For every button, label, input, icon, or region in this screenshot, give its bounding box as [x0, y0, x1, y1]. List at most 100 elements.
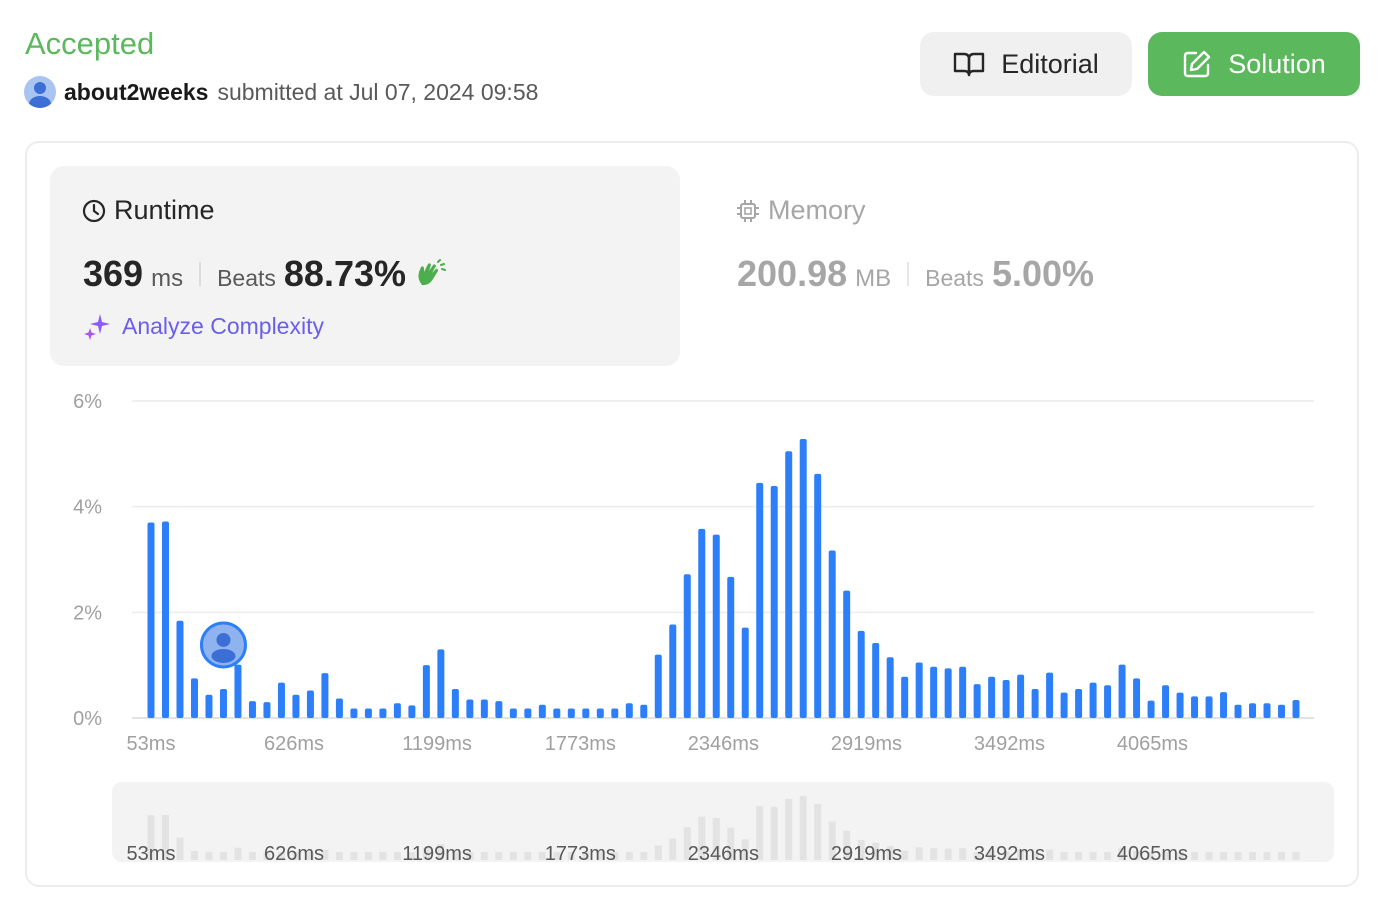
runtime-bar[interactable] [161, 521, 169, 718]
x-tick-label: 2919ms [831, 733, 902, 755]
runtime-bar[interactable] [1060, 692, 1068, 718]
runtime-bar[interactable] [770, 486, 778, 718]
runtime-bar[interactable] [234, 664, 242, 718]
runtime-bar[interactable] [611, 708, 619, 718]
memory-stats[interactable]: 200.98 MB Beats 5.00% [737, 253, 1094, 295]
runtime-bar[interactable] [306, 690, 314, 718]
username-link[interactable]: about2weeks [64, 79, 208, 106]
runtime-bar[interactable] [292, 694, 300, 718]
runtime-bar[interactable] [814, 473, 822, 718]
runtime-bar[interactable] [451, 688, 459, 718]
runtime-bar[interactable] [480, 699, 488, 718]
runtime-bar[interactable] [1133, 678, 1141, 718]
runtime-bar[interactable] [1031, 688, 1039, 718]
chip-icon [737, 199, 759, 222]
runtime-bar[interactable] [1234, 704, 1242, 718]
mini-bar [1046, 849, 1054, 860]
runtime-bar[interactable] [350, 708, 358, 718]
runtime-bar[interactable] [408, 705, 416, 718]
mini-bar [654, 845, 662, 860]
runtime-bar[interactable] [1263, 703, 1271, 718]
runtime-bar[interactable] [1046, 672, 1054, 718]
runtime-bar[interactable] [930, 666, 938, 718]
runtime-bar[interactable] [712, 534, 720, 718]
runtime-bar[interactable] [509, 708, 517, 718]
runtime-bar[interactable] [654, 654, 662, 718]
runtime-bar[interactable] [988, 676, 996, 718]
runtime-bar[interactable] [872, 642, 880, 718]
runtime-bar[interactable] [524, 708, 532, 718]
runtime-bar[interactable] [886, 657, 894, 718]
runtime-bar[interactable] [915, 662, 923, 718]
runtime-bar[interactable] [785, 451, 793, 718]
runtime-bar[interactable] [495, 701, 503, 718]
runtime-bar[interactable] [843, 590, 851, 718]
runtime-bar[interactable] [248, 701, 256, 718]
mini-x-tick-label: 626ms [264, 843, 324, 865]
runtime-bar[interactable] [901, 676, 909, 718]
runtime-bar[interactable] [190, 678, 198, 718]
runtime-bar[interactable] [582, 708, 590, 718]
runtime-bar[interactable] [1162, 685, 1170, 718]
runtime-bar[interactable] [669, 624, 677, 718]
runtime-bar[interactable] [727, 576, 735, 718]
your-submission-marker[interactable] [199, 621, 247, 669]
runtime-bar[interactable] [1249, 703, 1257, 718]
user-avatar[interactable] [24, 76, 56, 108]
runtime-bar[interactable] [379, 708, 387, 718]
runtime-bar[interactable] [1220, 692, 1228, 718]
runtime-bar[interactable] [698, 528, 706, 718]
runtime-bar[interactable] [1075, 688, 1083, 718]
runtime-bar[interactable] [567, 708, 575, 718]
runtime-bar[interactable] [640, 704, 648, 718]
runtime-bar[interactable] [1017, 674, 1025, 718]
runtime-bar[interactable] [828, 550, 836, 718]
runtime-bar[interactable] [1176, 692, 1184, 718]
runtime-bar[interactable] [756, 482, 764, 718]
runtime-bar[interactable] [741, 627, 749, 718]
submission-status: Accepted [25, 26, 155, 61]
runtime-bar[interactable] [553, 708, 561, 718]
runtime-bar[interactable] [321, 673, 329, 718]
runtime-bar[interactable] [205, 694, 213, 718]
y-tick-label: 6% [73, 391, 102, 413]
runtime-bar[interactable] [466, 699, 474, 718]
runtime-bar[interactable] [263, 702, 271, 718]
analyze-complexity-link[interactable]: Analyze Complexity [84, 312, 324, 340]
mini-bar [959, 848, 967, 860]
runtime-bar[interactable] [219, 688, 227, 718]
runtime-bar[interactable] [364, 708, 372, 718]
runtime-bar[interactable] [277, 682, 285, 718]
mini-bar [944, 848, 952, 860]
runtime-bar[interactable] [335, 698, 343, 718]
runtime-bar[interactable] [1147, 700, 1155, 718]
runtime-bar[interactable] [944, 668, 952, 718]
runtime-bar[interactable] [1089, 682, 1097, 718]
runtime-bar[interactable] [625, 703, 633, 718]
runtime-bar[interactable] [1278, 704, 1286, 718]
runtime-bar[interactable] [683, 574, 691, 718]
runtime-bar[interactable] [147, 522, 155, 718]
runtime-bar[interactable] [176, 620, 184, 718]
runtime-bar[interactable] [422, 665, 430, 718]
runtime-bar[interactable] [973, 684, 981, 718]
runtime-bar[interactable] [1002, 679, 1010, 718]
runtime-bar[interactable] [393, 703, 401, 718]
y-tick-label: 2% [73, 602, 102, 624]
runtime-bar[interactable] [1191, 696, 1199, 718]
runtime-bar[interactable] [538, 704, 546, 718]
runtime-bar[interactable] [1292, 700, 1300, 718]
analyze-complexity-label: Analyze Complexity [122, 312, 324, 339]
runtime-bar[interactable] [1118, 664, 1126, 718]
runtime-bar[interactable] [857, 630, 865, 718]
memory-title[interactable]: Memory [736, 195, 866, 226]
runtime-bar[interactable] [1104, 685, 1112, 718]
runtime-bar[interactable] [596, 708, 604, 718]
editorial-button[interactable]: Editorial [920, 32, 1132, 96]
runtime-bar[interactable] [1205, 696, 1213, 718]
runtime-bar[interactable] [437, 649, 445, 718]
solution-button[interactable]: Solution [1148, 32, 1360, 96]
runtime-bar[interactable] [799, 439, 807, 718]
runtime-bar[interactable] [959, 666, 967, 718]
runtime-distribution-chart[interactable]: 0% 2% 4% 6% 53ms 626ms 1199ms 1773ms 2346ms 2919… [0, 380, 1392, 880]
